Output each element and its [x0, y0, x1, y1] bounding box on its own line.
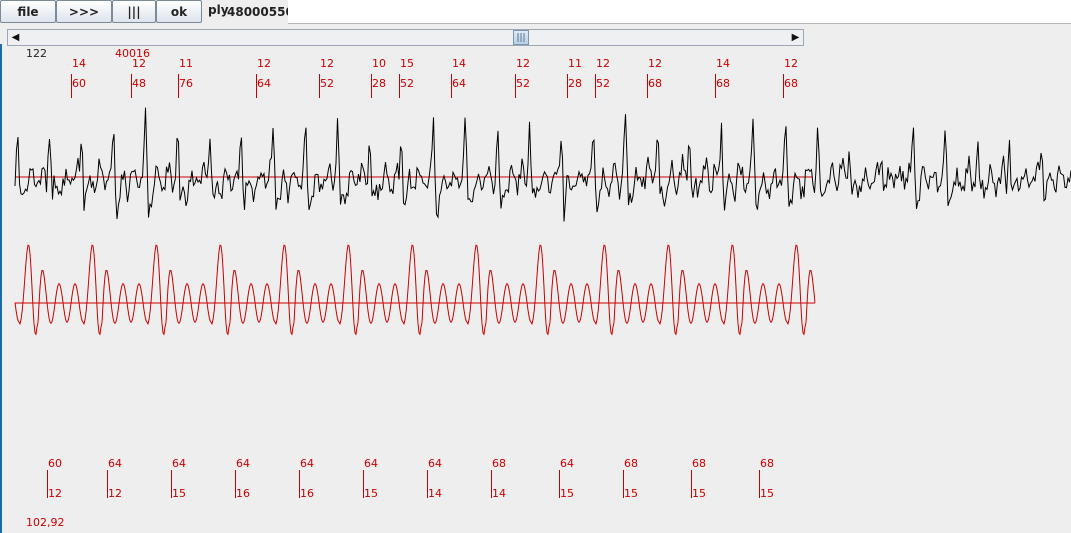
- raw-waveform: [14, 107, 1071, 222]
- waveform-canvas: [14, 107, 1071, 336]
- filtered-waveform: [14, 244, 816, 336]
